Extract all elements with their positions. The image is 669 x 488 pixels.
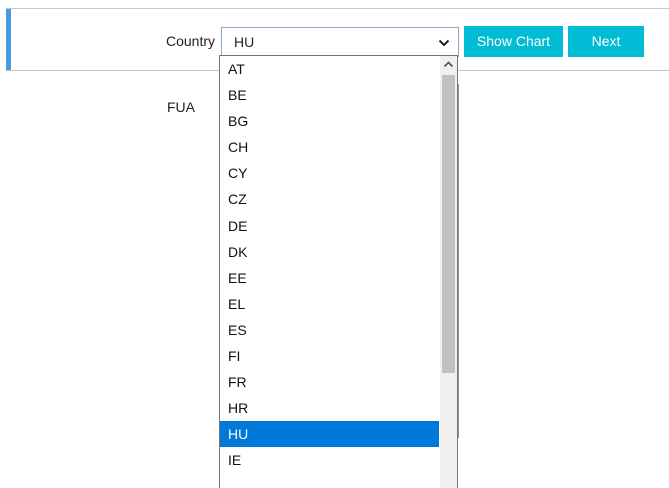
country-option[interactable]: BG [220,108,439,134]
country-select-value: HU [234,34,255,50]
scrollbar-thumb[interactable] [442,75,455,373]
chevron-up-icon[interactable] [440,56,457,73]
country-option[interactable]: AT [220,56,439,82]
country-option[interactable]: FI [220,343,439,369]
country-option[interactable]: HR [220,395,439,421]
country-option[interactable]: BE [220,82,439,108]
country-option[interactable]: EL [220,291,439,317]
dropdown-scrollbar[interactable] [440,56,457,488]
country-option[interactable]: FR [220,369,439,395]
country-option[interactable]: CZ [220,186,439,212]
country-option[interactable]: HU [220,421,439,448]
country-dropdown-list[interactable]: AT BE BG CH CY CZ DE DK EE EL ES FI FR HR HU IE [219,55,458,488]
country-option[interactable]: DK [220,239,439,265]
show-chart-button[interactable]: Show Chart [464,26,563,57]
country-select[interactable]: HU [221,27,459,57]
fua-label: FUA [167,99,195,115]
accent-bar [6,9,11,70]
dropdown-options: AT BE BG CH CY CZ DE DK EE EL ES FI FR HR HU IE [220,56,439,474]
next-button[interactable]: Next [568,26,644,57]
country-label: Country [165,33,215,49]
country-option[interactable]: CY [220,160,439,186]
country-option[interactable]: IE [220,447,439,473]
country-option[interactable]: ES [220,317,439,343]
page: Country HU Show Chart Next FUA AT BE BG CH C… [0,0,669,488]
country-option[interactable]: DE [220,213,439,239]
country-option[interactable]: CH [220,134,439,160]
country-option[interactable]: EE [220,265,439,291]
chevron-down-icon [438,39,450,47]
